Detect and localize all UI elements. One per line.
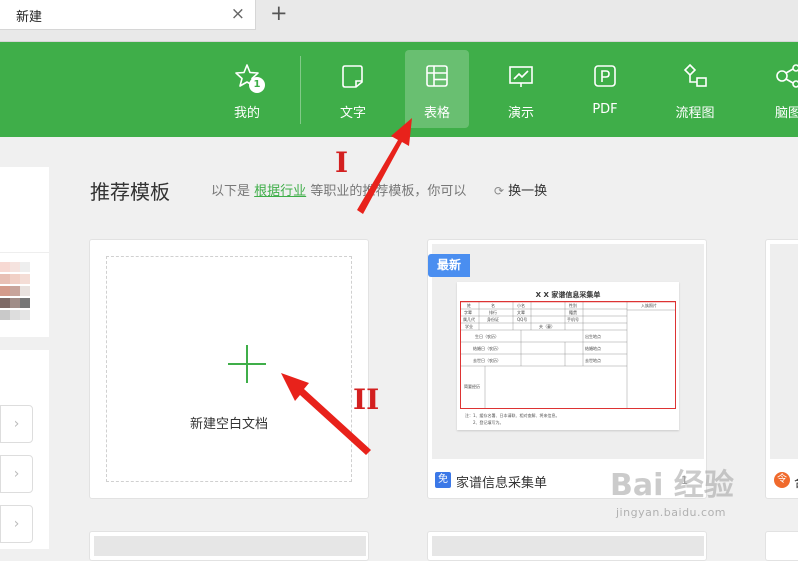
- recommend-hint: 以下是 根据行业 等职业的推荐模板，你可以: [211, 180, 466, 199]
- pdf-icon: [594, 65, 616, 87]
- add-tab-icon[interactable]: +: [270, 1, 288, 25]
- template-card-row2[interactable]: [427, 531, 707, 561]
- table-icon: [426, 65, 448, 87]
- toolbar-item-label: 演示: [507, 106, 534, 121]
- hint-suffix: 等职业的推荐模板，你可以: [310, 184, 467, 199]
- toolbar-item-label: 表格: [423, 106, 450, 121]
- toolbar-item-pdf[interactable]: PDF: [573, 50, 637, 128]
- document-icon: [342, 65, 363, 88]
- preview-table: 姓 名 小名 性别 入族照片 字辈 排行 文辈 籍贯 属几代 身份证 QQ号 手…: [460, 301, 676, 409]
- toolbar-item-sheet[interactable]: 表格: [405, 50, 469, 128]
- cell: 排行: [489, 310, 497, 315]
- cell: 性别: [569, 303, 577, 308]
- template-preview: X X 家谱信息采集单 姓 名 小名 性别 入族照片 字辈 排行 文辈 籍贯 属…: [432, 244, 704, 459]
- watermark-url: jingyan.baidu.com: [616, 506, 727, 519]
- cell: 去世地点: [585, 358, 601, 363]
- free-badge-icon: 免: [435, 472, 451, 488]
- cell: 出生地点: [585, 334, 601, 339]
- toolbar-item-label: 文字: [339, 106, 366, 121]
- mindmap-icon: [776, 64, 798, 88]
- new-badge: 最新: [428, 254, 470, 277]
- app-toolbar: 1 我的 文字 表格 演示 PDF 流程图 脑图: [0, 42, 798, 137]
- cell: 手机号: [567, 317, 579, 322]
- plus-icon-bar: [228, 363, 266, 365]
- cell: 身份证: [487, 317, 499, 322]
- close-icon[interactable]: ×: [231, 4, 245, 24]
- toolbar-item-flowchart[interactable]: 流程图: [663, 50, 727, 128]
- chevron-right-icon[interactable]: ›: [0, 505, 33, 543]
- flowchart-icon: [683, 63, 707, 87]
- presentation-icon: [509, 66, 533, 87]
- refresh-button[interactable]: ⟳ 换一换: [494, 180, 547, 199]
- preview-note: 注：1、缓存名署、日本请联、相对查解、将来信息。: [465, 413, 560, 418]
- preview-sheet: X X 家谱信息采集单 姓 名 小名 性别 入族照片 字辈 排行 文辈 籍贯 属…: [457, 282, 679, 430]
- cell: 学业: [465, 324, 473, 329]
- toolbar-item-mine[interactable]: 1 我的: [215, 50, 279, 128]
- blank-document-label: 新建空白文档: [189, 417, 268, 432]
- avatar-mosaic: [0, 262, 38, 324]
- cell: 结婚地点: [585, 346, 601, 351]
- tab-bar: 新建 × +: [0, 0, 798, 42]
- notification-badge: 1: [249, 77, 265, 93]
- template-card-row2[interactable]: [89, 531, 369, 561]
- blank-dashed-area: 新建空白文档: [106, 256, 352, 482]
- template-preview: [94, 536, 366, 556]
- new-blank-document-card[interactable]: 新建空白文档: [89, 239, 369, 499]
- template-preview: [432, 536, 704, 556]
- divider: [0, 252, 49, 253]
- cell: 小名: [517, 303, 525, 308]
- cell: 文辈: [517, 310, 525, 315]
- chevron-right-icon[interactable]: ›: [0, 455, 33, 493]
- cell: 入族照片: [641, 303, 657, 308]
- cell: 结婚日（农历）: [473, 346, 501, 351]
- cell: 姓: [467, 303, 471, 308]
- toolbar-item-label: 脑图: [774, 106, 798, 121]
- refresh-icon: ⟳: [494, 184, 505, 198]
- toolbar-item-label: 我的: [233, 106, 260, 121]
- toolbar-item-presentation[interactable]: 演示: [489, 50, 553, 128]
- preview-title: X X 家谱信息采集单: [535, 291, 601, 299]
- cell: 去世日（农历）: [473, 358, 501, 363]
- tab-title: 新建: [16, 10, 43, 25]
- cell: QQ号: [517, 317, 528, 322]
- template-name: 合: [794, 472, 798, 491]
- chevron-right-icon[interactable]: ›: [0, 405, 33, 443]
- template-card-row2[interactable]: [765, 531, 798, 561]
- section-title: 推荐模板: [90, 180, 170, 204]
- preview-note: 2、登记填写为。: [473, 420, 504, 425]
- refresh-label: 换一换: [508, 184, 548, 199]
- cell: 籍贯: [569, 310, 577, 315]
- template-preview: [770, 244, 798, 459]
- cell: 简要经历: [464, 384, 480, 389]
- toolbar-item-mindmap[interactable]: 脑图: [756, 50, 798, 128]
- toolbar-divider: [300, 56, 301, 124]
- cell: 生日（农历）: [475, 334, 499, 339]
- cell: 字辈: [464, 310, 472, 315]
- cell: 属几代: [463, 317, 475, 322]
- cell: 夫（妻）: [539, 324, 555, 329]
- cell: 名: [491, 303, 495, 308]
- industry-link[interactable]: 根据行业: [254, 184, 306, 199]
- toolbar-item-text[interactable]: 文字: [321, 50, 385, 128]
- watermark: Bai 经验 jingyan.baidu.com: [610, 460, 780, 530]
- hint-prefix: 以下是: [211, 184, 251, 199]
- annotation-label-1: I: [335, 146, 349, 179]
- annotation-label-2: II: [353, 383, 380, 416]
- tab-new[interactable]: 新建 ×: [0, 0, 256, 30]
- toolbar-item-label: PDF: [592, 102, 618, 117]
- toolbar-item-label: 流程图: [675, 106, 715, 121]
- watermark-logo: Bai 经验: [610, 468, 734, 503]
- template-name: 家谱信息采集单: [456, 476, 548, 491]
